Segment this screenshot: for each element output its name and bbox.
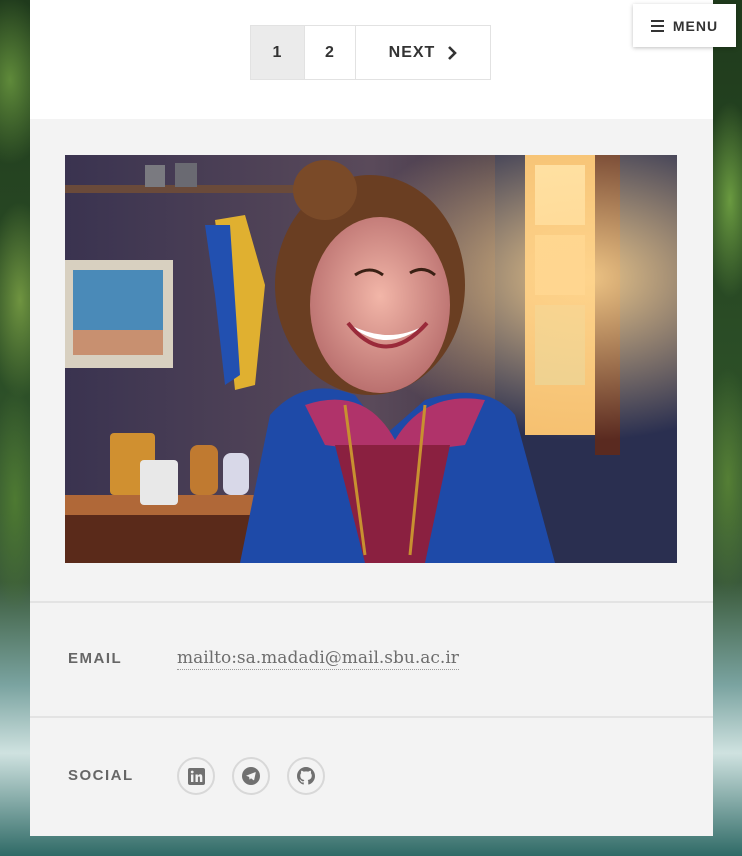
email-label: EMAIL — [68, 650, 123, 667]
github-icon — [297, 767, 315, 785]
menu-button[interactable]: MENU — [633, 4, 736, 47]
next-label: NEXT — [388, 43, 436, 61]
telegram-link[interactable] — [232, 757, 270, 795]
pagination-section: 1 2 NEXT — [30, 0, 713, 119]
page-1-current: 1 — [251, 26, 305, 79]
social-label: SOCIAL — [68, 767, 134, 784]
github-link[interactable] — [287, 757, 325, 795]
chevron-right-icon — [448, 45, 458, 60]
menu-label: MENU — [672, 17, 719, 34]
section-divider — [30, 601, 713, 603]
pagination: 1 2 NEXT — [250, 25, 491, 80]
page-content: 1 2 NEXT EMAIL mailto:sa.madadi@mail.sbu… — [30, 0, 713, 836]
next-page-link[interactable]: NEXT — [356, 26, 490, 79]
page-2-link[interactable]: 2 — [305, 26, 356, 79]
telegram-icon — [242, 767, 260, 785]
email-link[interactable]: mailto:sa.madadi@mail.sbu.ac.ir — [177, 648, 459, 670]
section-divider — [30, 716, 713, 718]
hamburger-icon — [650, 17, 664, 35]
featured-image — [65, 155, 677, 563]
linkedin-link[interactable] — [177, 757, 215, 795]
linkedin-icon — [187, 767, 205, 785]
